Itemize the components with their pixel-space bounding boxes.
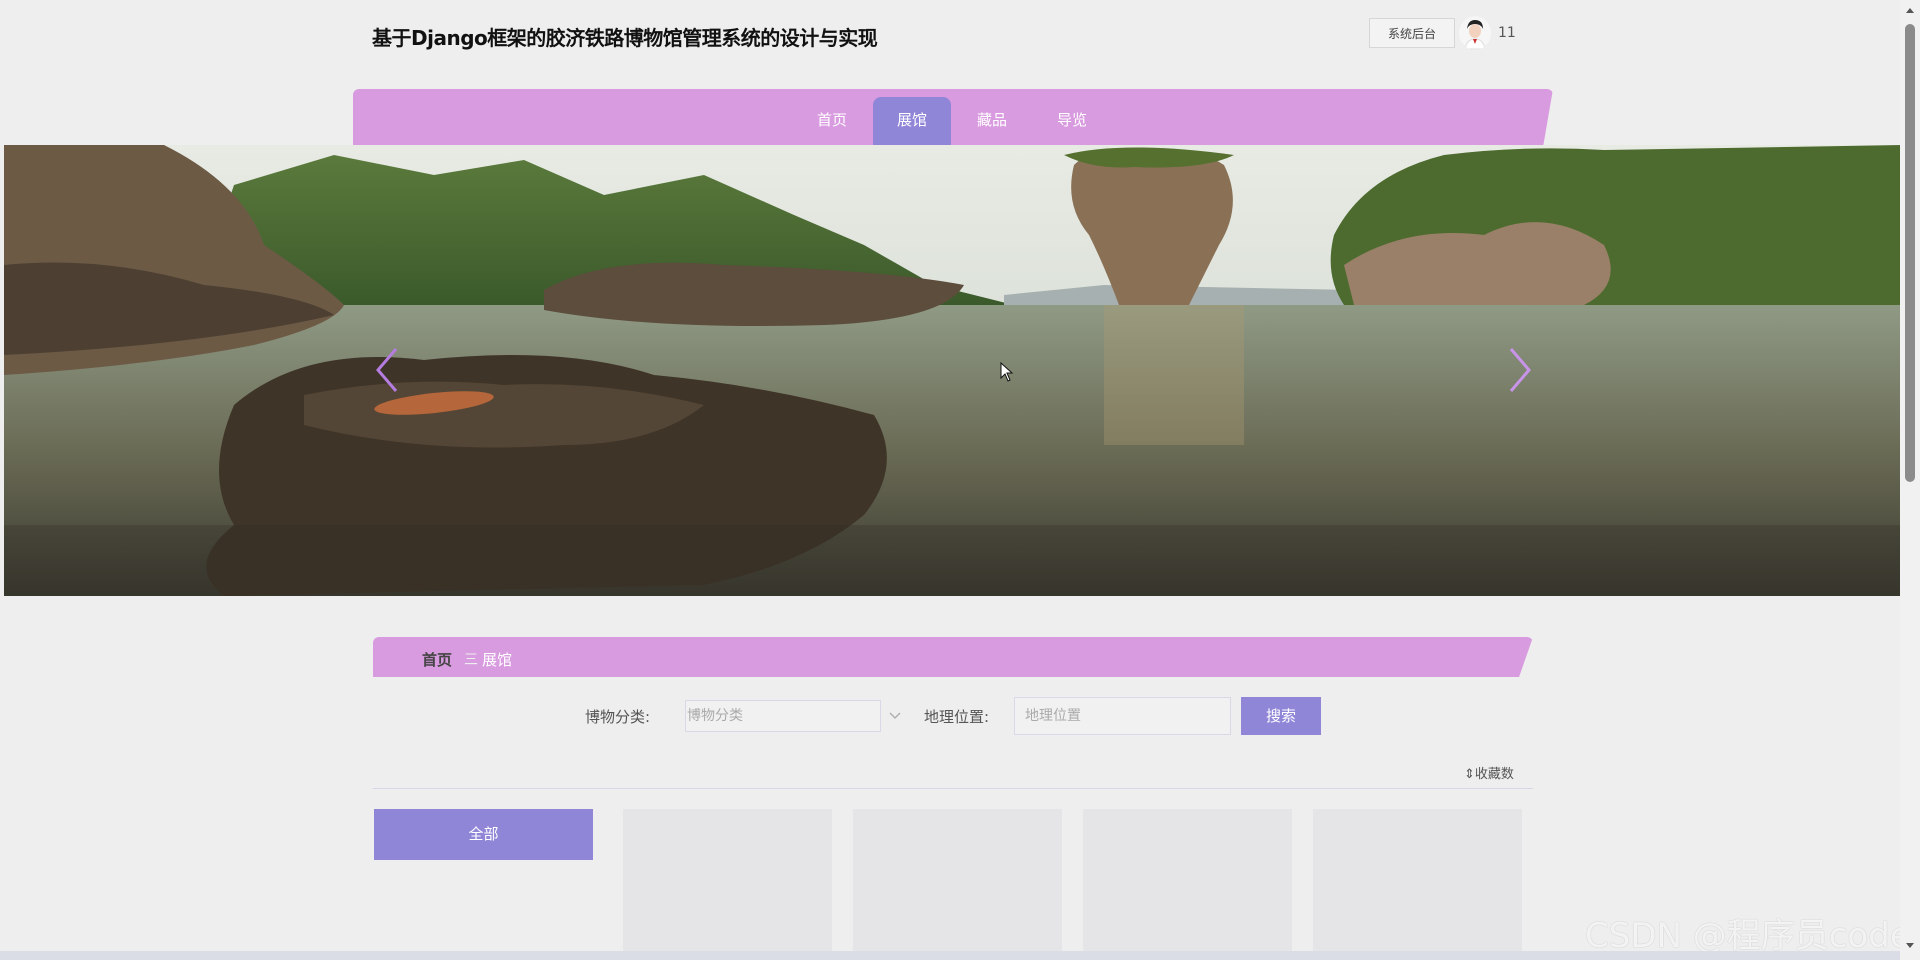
exhibit-card[interactable] — [1313, 809, 1522, 960]
breadcrumb-separator: 三 — [464, 652, 478, 668]
category-label: 博物分类: — [585, 708, 651, 726]
nav-item-exhibition-hall[interactable]: 展馆 — [873, 97, 951, 145]
watermark: CSDN @程序员code — [1585, 916, 1911, 956]
category-all-button[interactable]: 全部 — [374, 809, 593, 860]
carousel-next-arrow-icon[interactable] — [1505, 345, 1535, 395]
admin-button[interactable]: 系统后台 — [1369, 18, 1455, 48]
hero-banner-image — [4, 145, 1902, 596]
main-nav: 首页 展馆 藏品 导览 — [353, 89, 1553, 145]
divider — [373, 788, 1533, 789]
sort-by-favorites[interactable]: ⇕收藏数 — [1464, 763, 1514, 782]
carousel-prev-arrow-icon[interactable] — [372, 345, 402, 395]
location-label: 地理位置: — [924, 708, 990, 726]
sort-icon: ⇕ — [1464, 767, 1475, 782]
app-title: 基于Django框架的胶济铁路博物馆管理系统的设计与实现 — [372, 26, 878, 50]
scroll-up-icon[interactable] — [1905, 6, 1915, 16]
breadcrumb: 首页 三 展馆 — [373, 637, 1533, 677]
user-avatar[interactable] — [1459, 16, 1491, 50]
sort-label: 收藏数 — [1474, 767, 1514, 782]
location-input[interactable]: 地理位置 — [1014, 697, 1231, 735]
category-select-placeholder: 博物分类 — [687, 708, 743, 724]
exhibit-card[interactable] — [853, 809, 1062, 960]
exhibit-card[interactable] — [1083, 809, 1292, 960]
nav-item-home[interactable]: 首页 — [793, 97, 871, 145]
username[interactable]: 11 — [1498, 25, 1516, 41]
scrollbar-thumb[interactable] — [1905, 24, 1915, 482]
search-button[interactable]: 搜索 — [1241, 697, 1321, 735]
chevron-down-icon[interactable] — [888, 708, 902, 722]
bottom-edge — [0, 951, 1900, 960]
breadcrumb-current: 展馆 — [482, 651, 513, 669]
scrollbar[interactable] — [1900, 0, 1920, 960]
breadcrumb-home[interactable]: 首页 — [422, 649, 452, 670]
category-select[interactable]: 博物分类 — [685, 700, 881, 732]
mouse-cursor-icon — [1000, 362, 1014, 382]
scroll-down-icon[interactable] — [1905, 940, 1915, 950]
nav-item-collections[interactable]: 藏品 — [953, 97, 1031, 145]
exhibit-card[interactable] — [623, 809, 832, 960]
nav-item-guide[interactable]: 导览 — [1033, 97, 1111, 145]
